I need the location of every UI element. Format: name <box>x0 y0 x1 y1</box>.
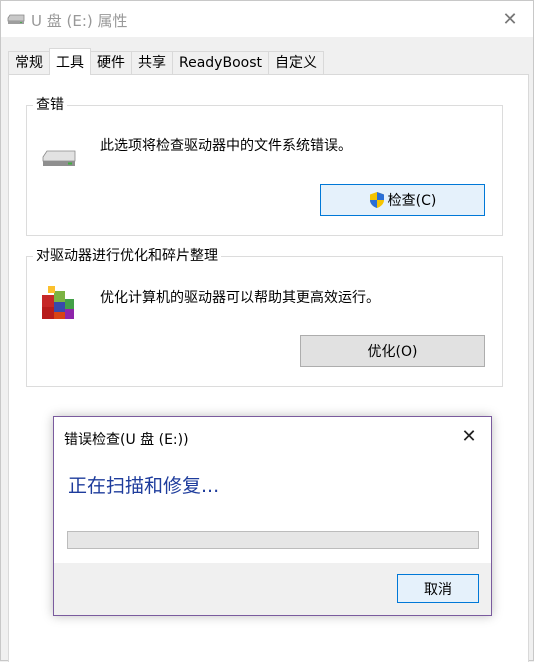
dialog-title: 错误检查(U 盘 (E:)) <box>64 432 189 448</box>
optimize-description: 优化计算机的驱动器可以帮助其更高效运行。 <box>100 290 380 306</box>
check-button[interactable]: 检查(C) <box>320 184 485 216</box>
properties-window: U 盘 (E:) 属性 ✕ 常规 工具 硬件 共享 ReadyBoost 自定义… <box>0 0 534 662</box>
usb-drive-icon <box>7 14 25 24</box>
cancel-button-label: 取消 <box>424 581 452 598</box>
tab-customize[interactable]: 自定义 <box>267 51 324 75</box>
close-icon: ✕ <box>461 425 477 447</box>
tab-hardware[interactable]: 硬件 <box>90 51 132 75</box>
tab-general[interactable]: 常规 <box>8 51 50 75</box>
optimize-button-label: 优化(O) <box>367 344 418 360</box>
dialog-close-button[interactable]: ✕ <box>453 421 485 451</box>
defrag-icon <box>42 286 74 319</box>
optimize-group: 对驱动器进行优化和碎片整理 优化计算机的驱动器可以帮助其更高效运行。 优化(O) <box>26 247 503 387</box>
tab-sharing[interactable]: 共享 <box>131 51 173 75</box>
error-check-description: 此选项将检查驱动器中的文件系统错误。 <box>100 138 352 154</box>
uac-shield-icon <box>369 192 384 208</box>
error-check-title: 查错 <box>33 96 67 114</box>
error-check-group: 查错 此选项将检查驱动器中的文件系统错误。 检查(C) <box>26 96 503 236</box>
tab-tools[interactable]: 工具 <box>49 48 91 75</box>
dialog-content: 错误检查(U 盘 (E:)) ✕ 正在扫描和修复... <box>54 417 491 563</box>
optimize-title: 对驱动器进行优化和碎片整理 <box>33 247 221 265</box>
window-close-button[interactable]: ✕ <box>487 1 533 37</box>
title-bar[interactable]: U 盘 (E:) 属性 ✕ <box>1 1 533 37</box>
window-title: U 盘 (E:) 属性 <box>31 12 128 30</box>
scan-status-text: 正在扫描和修复... <box>68 475 220 497</box>
scan-progress-bar <box>67 531 479 549</box>
tab-strip: 常规 工具 硬件 共享 ReadyBoost 自定义 <box>8 48 324 75</box>
optimize-button[interactable]: 优化(O) <box>300 335 485 367</box>
tab-readyboost[interactable]: ReadyBoost <box>172 51 269 75</box>
check-button-label: 检查(C) <box>387 193 437 209</box>
cancel-button[interactable]: 取消 <box>397 574 479 603</box>
drive-icon <box>42 150 76 166</box>
error-check-dialog: 错误检查(U 盘 (E:)) ✕ 正在扫描和修复... 取消 <box>53 416 492 616</box>
close-icon: ✕ <box>502 8 518 30</box>
